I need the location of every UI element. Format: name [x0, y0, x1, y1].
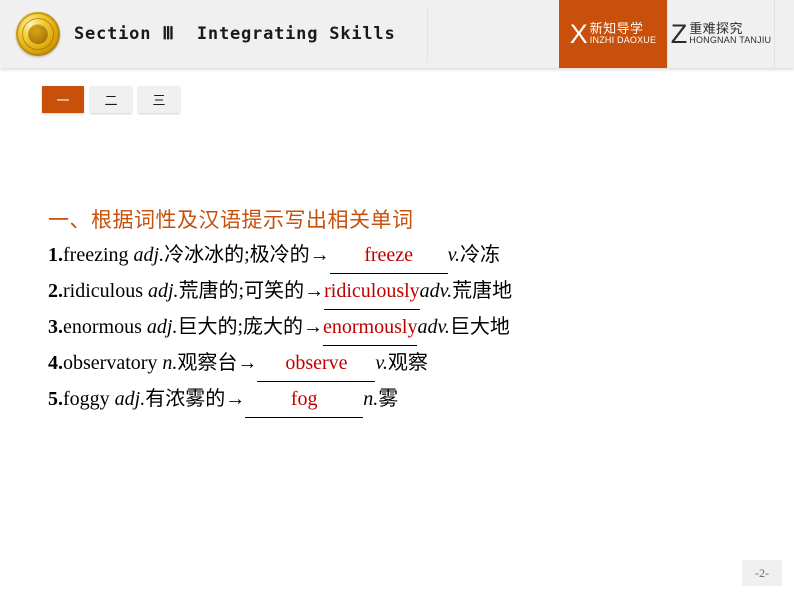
- nav-tab-label-pinyin: INZHI DAOXUE: [589, 35, 657, 45]
- item-meaning-source: 有浓雾的: [145, 388, 226, 410]
- item-meaning-target: 观察: [387, 352, 428, 374]
- item-arrow-icon: →: [304, 280, 325, 302]
- header-left-group: Section Ⅲ Integrating Skills: [0, 0, 396, 68]
- item-pos-source: adj.: [114, 388, 146, 410]
- item-meaning-target: 雾: [378, 388, 399, 410]
- item-word: enormous: [63, 316, 142, 338]
- answer-blank[interactable]: enormously: [323, 310, 418, 346]
- nav-tab-letter-z: Z: [670, 19, 688, 49]
- answer-blank[interactable]: fog: [245, 382, 364, 418]
- item-meaning-source: 观察台: [177, 352, 238, 374]
- list-item: 3.enormous adj.巨大的;庞大的→enormouslyadv.巨大地: [48, 310, 748, 346]
- item-word: freezing: [63, 244, 129, 266]
- nav-tab-text: 重难探究 HONGNAN TANJIU: [689, 21, 771, 45]
- section-subtabs: 一 二 三: [42, 86, 180, 113]
- item-pos-target: adv.: [417, 316, 450, 338]
- answer-blank[interactable]: ridiculously: [324, 274, 420, 310]
- nav-tab-label-cn: 新知导学: [589, 21, 644, 36]
- subtab-one[interactable]: 一: [42, 86, 84, 113]
- nav-tab-content: X 新知导学 INZHI DAOXUE: [569, 19, 656, 49]
- item-pos-source: adj.: [148, 280, 179, 302]
- answer-blank[interactable]: freeze: [329, 238, 448, 274]
- list-item: 4.observatory n.观察台→ observe v.观察: [48, 346, 748, 382]
- nav-tab-label-pinyin: HONGNAN TANJIU: [689, 35, 772, 45]
- item-pos-target: v.: [447, 244, 461, 266]
- item-meaning-source: 荒唐的;可笑的: [178, 280, 305, 302]
- item-number: 5.: [48, 388, 63, 410]
- nav-tab-text: 新知导学 INZHI DAOXUE: [590, 21, 656, 45]
- page-title: Section Ⅲ Integrating Skills: [74, 24, 396, 44]
- app-header: Section Ⅲ Integrating Skills X 新知导学 INZH…: [0, 0, 794, 68]
- item-arrow-icon: →: [309, 244, 330, 266]
- answer-blank[interactable]: observe: [257, 346, 376, 382]
- exercise-heading: 一、根据词性及汉语提示写出相关单词: [48, 208, 414, 232]
- item-meaning-target: 冷冻: [460, 244, 501, 266]
- item-meaning-source: 巨大的;庞大的: [177, 316, 304, 338]
- list-item: 2.ridiculous adj.荒唐的;可笑的→ridiculouslyadv…: [48, 274, 748, 310]
- page-number: -2-: [742, 560, 782, 586]
- item-arrow-icon: →: [225, 388, 246, 410]
- item-number: 1.: [48, 244, 63, 266]
- gold-medal-emblem-icon: [16, 12, 60, 56]
- item-word: observatory: [63, 352, 158, 374]
- nav-tab-xinzhi-daoxue[interactable]: X 新知导学 INZHI DAOXUE: [559, 0, 667, 68]
- list-item: 5.foggy adj.有浓雾的→ fog n.雾: [48, 382, 748, 418]
- list-item: 1.freezing adj.冷冰冰的;极冷的→ freeze v.冷冻: [48, 238, 748, 274]
- item-pos-target: adv.: [419, 280, 453, 302]
- item-meaning-target: 荒唐地: [452, 280, 513, 302]
- item-word: foggy: [63, 388, 110, 410]
- subtab-three[interactable]: 三: [138, 86, 180, 113]
- main-content: 一、根据词性及汉语提示写出相关单词 1.freezing adj.冷冰冰的;极冷…: [48, 204, 748, 418]
- item-pos-source: n.: [162, 352, 178, 374]
- nav-tab-zhongnan-tanjiu[interactable]: Z 重难探究 HONGNAN TANJIU: [667, 0, 775, 68]
- item-number: 4.: [48, 352, 63, 374]
- item-arrow-icon: →: [237, 352, 258, 374]
- item-pos-target: v.: [375, 352, 388, 374]
- item-pos-source: adj.: [146, 316, 178, 338]
- word-formation-list: 1.freezing adj.冷冰冰的;极冷的→ freeze v.冷冻 2.rid…: [48, 238, 748, 418]
- item-pos-source: adj.: [133, 244, 165, 266]
- item-number: 2.: [48, 280, 63, 302]
- header-nav-tabs: X 新知导学 INZHI DAOXUE Z 重难探究 HONGNAN TANJI…: [559, 0, 775, 68]
- item-arrow-icon: →: [303, 316, 324, 338]
- item-word: ridiculous: [63, 280, 143, 302]
- nav-tab-content: Z 重难探究 HONGNAN TANJIU: [670, 19, 771, 49]
- subtab-two[interactable]: 二: [90, 86, 132, 113]
- item-number: 3.: [48, 316, 63, 338]
- item-pos-target: n.: [363, 388, 379, 410]
- nav-tab-label-cn: 重难探究: [689, 21, 743, 36]
- nav-tab-letter-x: X: [569, 19, 588, 49]
- item-meaning-target: 巨大地: [449, 316, 510, 338]
- header-divider: [427, 6, 428, 62]
- item-meaning-source: 冷冰冰的;极冷的: [164, 244, 310, 266]
